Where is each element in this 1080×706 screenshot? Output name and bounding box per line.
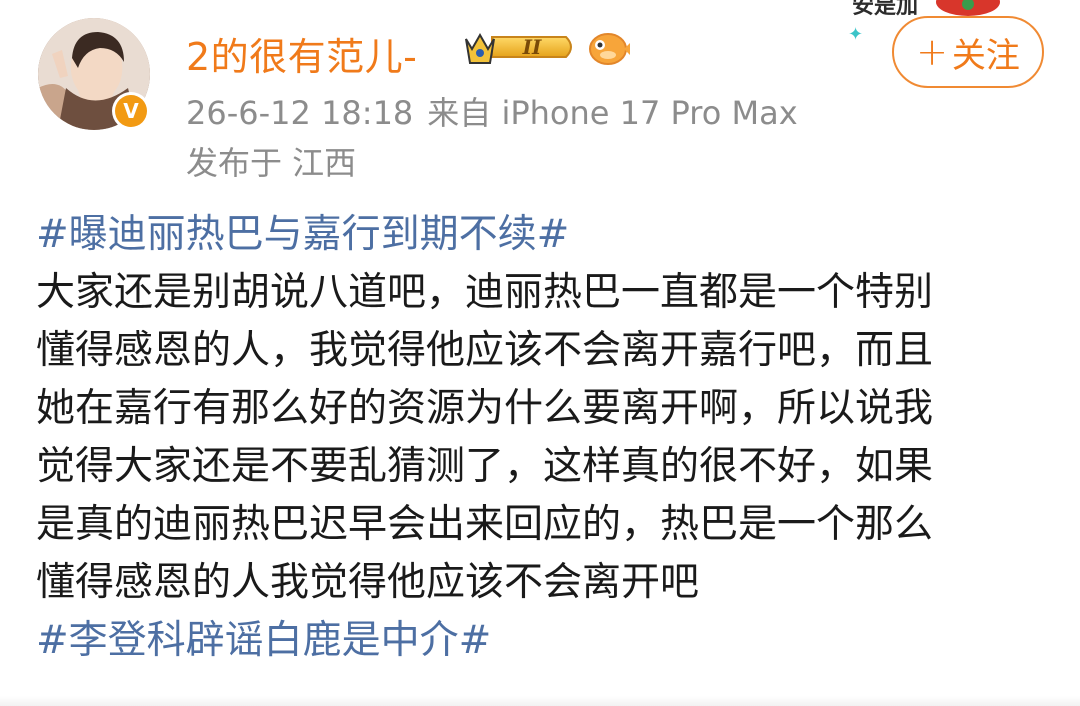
- post-text-line: 懂得感恩的人，我觉得他应该不会离开嘉行吧，而且: [36, 328, 934, 373]
- follow-label: 关注: [951, 35, 1020, 76]
- badge-level-text: II: [522, 35, 542, 59]
- hashtag-link[interactable]: #李登科辟谣白鹿是中介#: [36, 612, 1046, 670]
- hashtag-link[interactable]: #曝迪丽热巴与嘉行到期不续#: [36, 206, 1046, 264]
- post-timestamp: 26-6-12 18:18: [186, 94, 414, 132]
- crown-badge-icon[interactable]: II: [462, 25, 580, 69]
- post-text-line: 大家还是别胡说八道吧，迪丽热巴一直都是一个特别: [36, 270, 934, 315]
- divider: [0, 696, 1080, 706]
- plus-icon: +: [916, 30, 948, 74]
- post-text-line: 懂得感恩的人我觉得他应该不会离开吧: [36, 560, 700, 605]
- author-name[interactable]: 2的很有范儿-: [186, 26, 417, 81]
- post-meta: 26-6-12 18:18 来自 iPhone 17 Pro Max: [186, 88, 798, 134]
- verified-badge-icon: V: [112, 92, 150, 130]
- post-content: #曝迪丽热巴与嘉行到期不续# 大家还是别胡说八道吧，迪丽热巴一直都是一个特别 懂…: [36, 206, 1046, 670]
- pufferfish-icon: [589, 33, 630, 65]
- post-source: 来自 iPhone 17 Pro Max: [427, 94, 798, 132]
- follow-button[interactable]: + 关注: [892, 16, 1044, 88]
- star-icon: ✦: [848, 24, 864, 45]
- post-text-line: 是真的迪丽热巴迟早会出来回应的，热巴是一个那么: [36, 502, 934, 547]
- post-text-line: 她在嘉行有那么好的资源为什么要离开啊，所以说我: [36, 386, 934, 431]
- post-text-line: 觉得大家还是不要乱猜测了，这样真的很不好，如果: [36, 444, 934, 489]
- decorative-sticker-text: 安是加: [852, 0, 919, 19]
- post-location: 发布于 江西: [186, 144, 357, 182]
